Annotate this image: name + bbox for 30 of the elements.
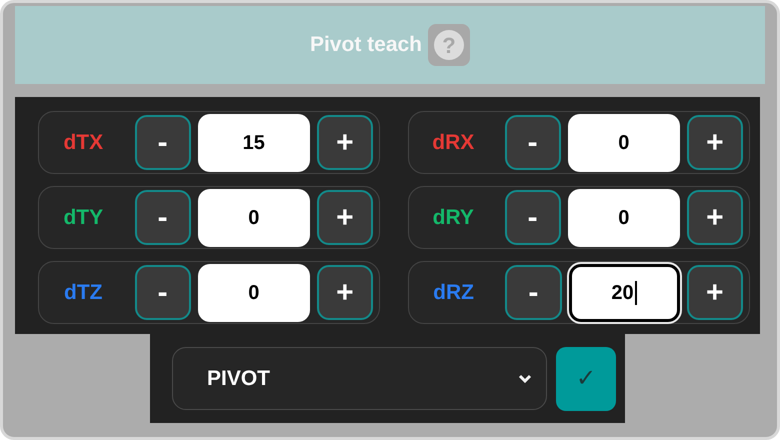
- value-field[interactable]: 0: [568, 188, 680, 246]
- confirm-button[interactable]: ✓: [556, 346, 616, 410]
- increment-button[interactable]: +: [686, 190, 743, 245]
- value-field[interactable]: 20: [568, 264, 680, 322]
- axis-label: dTZ: [63, 280, 104, 306]
- dialog-title: Pivot teach: [310, 32, 422, 58]
- decrement-button[interactable]: -: [134, 265, 191, 320]
- axis-label: dTY: [62, 204, 104, 231]
- value-field[interactable]: 0: [198, 188, 310, 246]
- decrement-button[interactable]: -: [134, 190, 191, 245]
- increment-button[interactable]: +: [686, 265, 743, 320]
- mode-select[interactable]: PIVOT: [172, 347, 547, 410]
- axis-label: dTX: [62, 130, 104, 156]
- axis-label: dRX: [431, 130, 476, 156]
- axis-label: dRY: [432, 204, 475, 231]
- help-icon: ?: [434, 30, 464, 60]
- decrement-button[interactable]: -: [504, 190, 561, 245]
- value-field[interactable]: 0: [568, 114, 680, 172]
- text-cursor: [634, 280, 637, 304]
- decrement-button[interactable]: -: [504, 115, 561, 170]
- increment-button[interactable]: +: [686, 115, 743, 170]
- value-field[interactable]: 0: [198, 264, 310, 322]
- increment-button[interactable]: +: [316, 190, 373, 245]
- chevron-down-icon: [518, 374, 532, 384]
- value-field[interactable]: 15: [198, 114, 310, 172]
- increment-button[interactable]: +: [316, 265, 373, 320]
- decrement-button[interactable]: -: [134, 115, 191, 170]
- axis-label: dRZ: [432, 280, 475, 306]
- decrement-button[interactable]: -: [505, 265, 562, 320]
- increment-button[interactable]: +: [316, 115, 373, 170]
